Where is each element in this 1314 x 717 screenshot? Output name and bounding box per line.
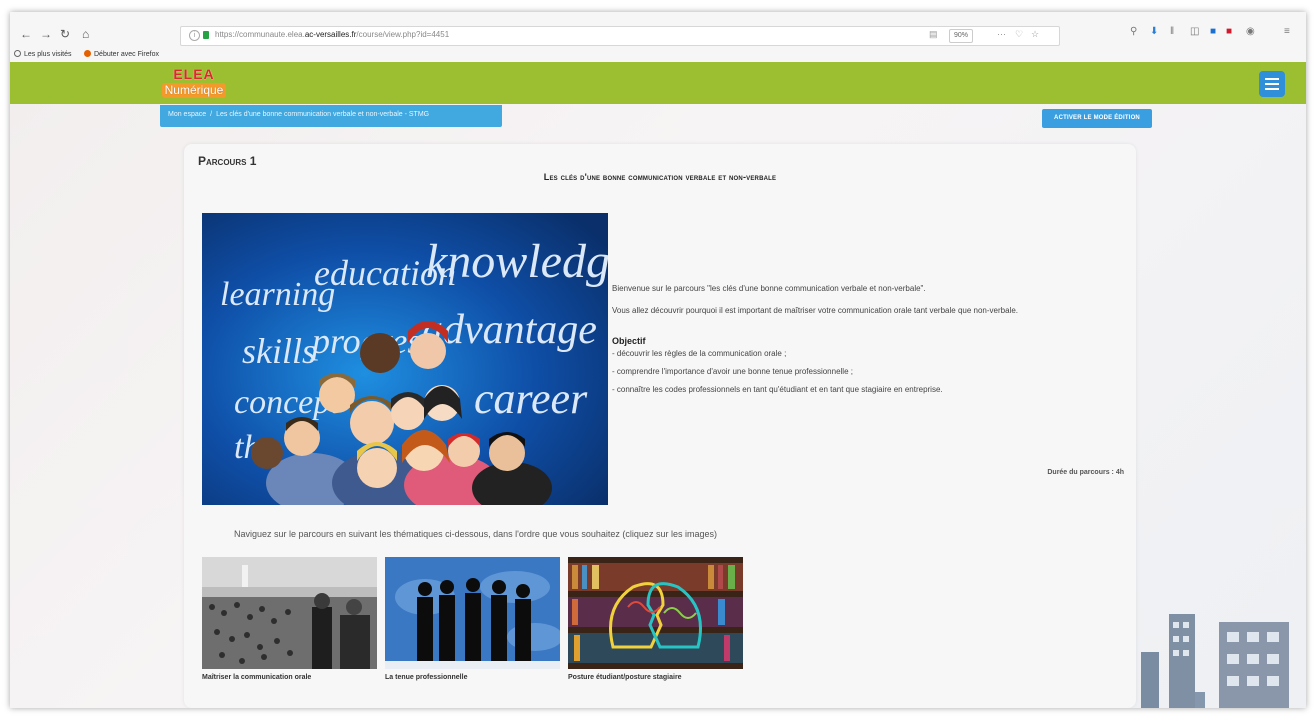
topic-label[interactable]: La tenue professionnelle (385, 674, 467, 681)
info-icon[interactable]: i (189, 30, 200, 41)
topic-dress-code-image[interactable] (385, 557, 560, 669)
menu-button[interactable] (1259, 71, 1285, 97)
breadcrumb-separator: / (210, 111, 213, 118)
bookmark-star-icon[interactable]: ☆ (1031, 29, 1039, 40)
objective-item: - connaître les codes professionnels en … (612, 385, 943, 394)
home-icon[interactable]: ⌂ (82, 27, 89, 41)
course-duration: Durée du parcours : 4h (1047, 469, 1124, 476)
edit-mode-button[interactable]: ACTIVER LE MODE ÉDITION (1042, 109, 1152, 128)
navigation-instruction: Naviguez sur le parcours en suivant les … (234, 529, 717, 539)
course-card: Parcours 1 Les clés d'une bonne communic… (184, 144, 1136, 708)
site-area: ELEA Numérique Mon espace / Les clés d'une… (10, 62, 1306, 708)
topic-oral-communication-image[interactable] (202, 557, 377, 669)
forward-icon[interactable]: → (40, 27, 52, 41)
extension-gray-icon[interactable]: ◉ (1246, 26, 1255, 37)
url-text[interactable]: https://communaute.elea.ac-versailles.fr… (215, 30, 449, 39)
logo-text-bottom: Numérique (162, 83, 226, 98)
hero-word-knowledge: knowledge (426, 235, 608, 288)
topic-label[interactable]: Posture étudiant/posture stagiaire (568, 674, 682, 681)
menu-icon (1265, 78, 1279, 80)
browser-toolbar: ← → ↻ ⌂ i https://communaute.elea.ac-ver… (10, 12, 1306, 49)
gear-icon (14, 50, 21, 57)
more-icon[interactable]: ⋯ (997, 29, 1006, 40)
pocket-icon[interactable]: ♡ (1015, 29, 1023, 40)
extension-red-icon[interactable]: ■ (1226, 26, 1232, 37)
business-silhouettes (385, 557, 560, 669)
menu-icon-line (1265, 83, 1279, 85)
hero-illustration: learning education knowledge skills prog… (202, 213, 608, 505)
crowd-photo (202, 557, 377, 669)
zoom-level[interactable]: 90% (949, 29, 974, 43)
reload-icon[interactable]: ↻ (60, 27, 70, 41)
extension-icon[interactable]: ■ (1210, 26, 1216, 37)
elea-logo[interactable]: ELEA Numérique (162, 67, 226, 101)
back-icon[interactable]: ← (20, 27, 32, 41)
section-title: Parcours 1 (198, 154, 257, 168)
objective-title: Objectif (612, 336, 646, 346)
topic-posture-image[interactable] (568, 557, 743, 669)
reader-icon[interactable]: ▤ (929, 29, 938, 40)
hamburger-icon[interactable]: ≡ (1284, 26, 1290, 37)
logo-text-top: ELEA (173, 66, 215, 82)
course-title: Les clés d'une bonne communication verba… (543, 172, 777, 182)
buildings-illustration (1141, 614, 1289, 708)
library-icon[interactable]: ‖ (1170, 26, 1174, 37)
hero-word-advantage: advantage (422, 307, 597, 353)
sidebar-icon[interactable]: ◫ (1190, 26, 1199, 37)
screenshot-frame: ← → ↻ ⌂ i https://communaute.elea.ac-ver… (10, 12, 1306, 708)
intro-text: Bienvenue sur le parcours "les clés d'un… (612, 284, 1112, 403)
bookmarks-bar: Les plus visités Débuter avec Firefox (10, 48, 1306, 62)
intro-paragraph: Bienvenue sur le parcours "les clés d'un… (612, 284, 926, 293)
firefox-icon (84, 50, 91, 57)
menu-icon-line (1265, 88, 1279, 90)
breadcrumb-course[interactable]: Les clés d'une bonne communication verba… (216, 111, 429, 118)
hero-word-skills: skills (242, 331, 316, 371)
decorative-buildings (1135, 602, 1306, 708)
objective-item: - comprendre l'importance d'avoir une bo… (612, 367, 853, 376)
lock-icon (203, 31, 209, 39)
topic-label[interactable]: Maîtriser la communication orale (202, 674, 311, 681)
breadcrumb-home[interactable]: Mon espace (168, 111, 206, 118)
site-header: ELEA Numérique (10, 62, 1306, 104)
breadcrumb: Mon espace / Les clés d'une bonne communic… (160, 105, 502, 127)
hero-image: learning education knowledge skills prog… (202, 213, 608, 505)
download-icon[interactable]: ⬇ (1150, 26, 1158, 37)
hero-word-career: career (474, 374, 588, 423)
objective-item: - découvrir les règles de la communicati… (612, 349, 787, 358)
bookmark-firefox[interactable]: Débuter avec Firefox (84, 50, 159, 58)
url-bar[interactable]: i https://communaute.elea.ac-versailles.… (180, 26, 1060, 46)
bookmark-most-visited[interactable]: Les plus visités (14, 50, 71, 58)
library-heads-illustration (568, 557, 743, 669)
intro-paragraph: Vous allez découvrir pourquoi il est imp… (612, 306, 1018, 315)
search-icon[interactable]: ⚲ (1130, 26, 1137, 37)
